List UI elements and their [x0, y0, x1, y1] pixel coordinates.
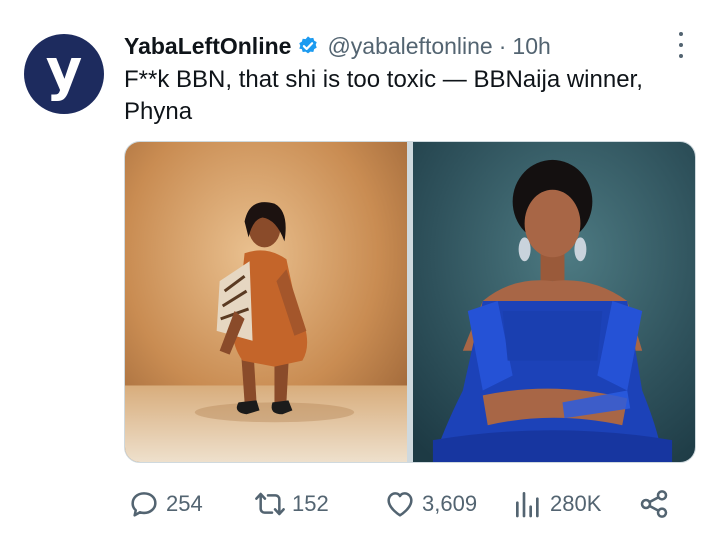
- more-icon[interactable]: [676, 32, 686, 58]
- retweet-button[interactable]: 152: [254, 484, 329, 524]
- like-button[interactable]: 3,609: [384, 484, 477, 524]
- account-name[interactable]: YabaLeftOnline: [124, 33, 291, 60]
- like-count: 3,609: [422, 491, 478, 516]
- account-handle[interactable]: @yabaleftonline: [327, 33, 492, 60]
- photo-orange-dress[interactable]: [125, 142, 407, 462]
- avatar[interactable]: y: [24, 34, 104, 114]
- tweet-time[interactable]: 10h: [512, 33, 550, 60]
- reply-count: 254: [166, 491, 203, 516]
- views-icon: [516, 492, 539, 518]
- media-grid: [124, 141, 696, 463]
- reply-icon: [131, 492, 157, 517]
- action-bar: 254 152 3,609 280K: [124, 484, 696, 524]
- separator-dot: ·: [498, 32, 507, 59]
- photo-blue-gown[interactable]: [413, 142, 695, 462]
- views-button[interactable]: 280K: [512, 484, 601, 524]
- retweet-icon: [255, 492, 285, 516]
- avatar-letter: y: [45, 38, 83, 103]
- retweet-count: 152: [292, 491, 329, 516]
- views-count: 280K: [550, 491, 602, 516]
- share-icon: [640, 490, 668, 518]
- share-button[interactable]: [638, 484, 676, 524]
- tweet-header: YabaLeftOnline @yabaleftonline · 10h: [124, 30, 680, 62]
- tweet-text: F**k BBN, that shi is too toxic — BBNaij…: [124, 66, 643, 125]
- like-icon: [387, 492, 413, 517]
- reply-button[interactable]: 254: [128, 484, 203, 524]
- verified-badge-icon: [299, 36, 318, 54]
